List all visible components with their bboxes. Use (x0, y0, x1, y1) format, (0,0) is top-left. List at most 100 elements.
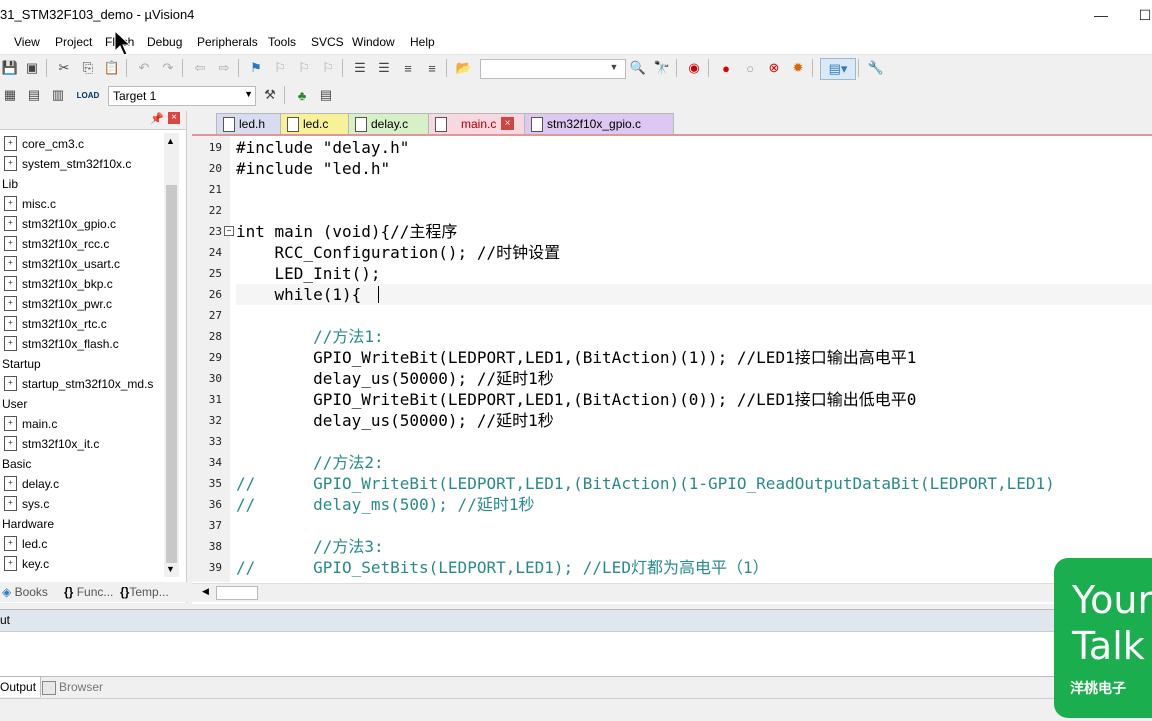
scrollbar-thumb[interactable] (216, 586, 258, 600)
tab-led-h[interactable]: led.h (216, 113, 290, 134)
find-combo[interactable] (480, 59, 626, 79)
uncomment-icon[interactable]: ≡ (422, 58, 442, 78)
target-options-icon[interactable]: ⚒ (260, 85, 280, 105)
tab-stm32f10x-gpio-c[interactable]: stm32f10x_gpio.c (524, 113, 674, 134)
copy-icon[interactable]: ⎘ (78, 58, 98, 78)
indent-icon[interactable]: ☰ (350, 58, 370, 78)
tree-group[interactable]: Hardware (0, 514, 54, 534)
menu-debug[interactable]: Debug (147, 35, 182, 49)
code-line[interactable]: RCC_Configuration(); //时钟设置 (236, 242, 561, 263)
tree-file[interactable]: + led.c (0, 534, 47, 554)
bookmark-prev-icon[interactable]: ⚐ (270, 58, 290, 78)
tab-functions[interactable]: {} Func... (64, 585, 113, 599)
bookmark-icon[interactable]: ⚑ (246, 58, 266, 78)
undo-icon[interactable]: ↶ (134, 58, 154, 78)
incremental-find-icon[interactable]: 🔭 (652, 58, 672, 78)
breakpoint-disable-icon[interactable]: ○ (740, 58, 760, 78)
scroll-up-icon[interactable]: ▲ (166, 136, 175, 146)
code-line[interactable]: // GPIO_WriteBit(LEDPORT,LED1,(BitAction… (236, 473, 1055, 494)
breakpoint-icon[interactable]: ● (716, 58, 736, 78)
breakpoint-kill-all-icon[interactable]: ✹ (788, 58, 808, 78)
rebuild-icon[interactable]: ▥ (48, 85, 68, 105)
tree-group[interactable]: Startup (0, 354, 41, 374)
pin-icon[interactable]: 📌 (150, 112, 164, 125)
cut-icon[interactable]: ✂ (54, 58, 74, 78)
breakpoint-disable-all-icon[interactable]: ⊗ (764, 58, 784, 78)
tree-group[interactable]: User (0, 394, 27, 414)
menu-view[interactable]: View (14, 35, 40, 49)
target-select[interactable]: Target 1 ▼ (108, 86, 256, 106)
nav-forward-icon[interactable]: ⇨ (214, 58, 234, 78)
tree-file[interactable]: + core_cm3.c (0, 134, 84, 154)
translate-icon[interactable]: ▦ (0, 85, 20, 105)
menu-tools[interactable]: Tools (268, 35, 296, 49)
tree-file[interactable]: + stm32f10x_usart.c (0, 254, 120, 274)
scroll-left-icon[interactable]: ◀ (202, 586, 209, 597)
tree-file[interactable]: + stm32f10x_flash.c (0, 334, 119, 354)
find-icon[interactable]: 🔍 (628, 58, 648, 78)
code-line[interactable]: LED_Init(); (236, 263, 381, 284)
load-icon[interactable]: LOAD (77, 85, 100, 105)
tree-scrollbar-thumb[interactable] (166, 185, 177, 563)
menu-svcs[interactable]: SVCS (311, 35, 344, 49)
tree-file[interactable]: + main.c (0, 414, 57, 434)
tree-file[interactable]: + delay.c (0, 474, 59, 494)
comment-icon[interactable]: ≡ (398, 58, 418, 78)
menu-help[interactable]: Help (410, 35, 435, 49)
tree-file[interactable]: + stm32f10x_pwr.c (0, 294, 112, 314)
bookmark-clear-icon[interactable]: ⚐ (318, 58, 338, 78)
tab-templates[interactable]: {}Temp... (120, 585, 169, 599)
unindent-icon[interactable]: ☰ (374, 58, 394, 78)
code-line[interactable]: #include "delay.h" (236, 137, 409, 158)
tree-group[interactable]: Basic (0, 454, 31, 474)
tree-file[interactable]: + key.c (0, 554, 49, 574)
code-line[interactable]: delay_us(50000); //延时1秒 (236, 410, 554, 431)
code-line[interactable]: // GPIO_SetBits(LEDPORT,LED1); //LED灯都为高… (236, 557, 769, 578)
chevron-down-icon[interactable]: ▼ (606, 59, 622, 75)
code-line[interactable]: while(1){ (236, 284, 362, 305)
code-line[interactable]: //方法3: (236, 536, 384, 557)
find-in-files-icon[interactable]: 📂 (454, 58, 474, 78)
code-line[interactable]: delay_us(50000); //延时1秒 (236, 368, 554, 389)
editor-horizontal-scrollbar[interactable]: ◀ (192, 583, 1152, 602)
menu-peripherals[interactable]: Peripherals (197, 35, 258, 49)
nav-back-icon[interactable]: ⇦ (190, 58, 210, 78)
tree-file[interactable]: + misc.c (0, 194, 56, 214)
tab-browser[interactable]: Browser (59, 680, 103, 694)
window-layout-icon[interactable]: ▤▾ (820, 58, 856, 80)
fold-collapse-icon[interactable]: − (224, 226, 234, 236)
tree-file[interactable]: + stm32f10x_rcc.c (0, 234, 109, 254)
paste-icon[interactable]: 📋 (102, 58, 122, 78)
tree-file[interactable]: + sys.c (0, 494, 49, 514)
configure-icon[interactable]: 🔧 (866, 58, 886, 78)
code-line[interactable]: // delay_ms(500); //延时1秒 (236, 494, 534, 515)
close-icon[interactable]: × (501, 117, 514, 130)
save-icon[interactable]: 💾 (0, 58, 20, 78)
maximize-button[interactable]: ☐ (1130, 4, 1152, 26)
minimize-button[interactable]: — (1086, 4, 1116, 26)
manage-packs-icon[interactable]: ▤ (316, 85, 336, 105)
manage-components-icon[interactable]: ♣ (292, 85, 312, 105)
build-icon[interactable]: ▤ (24, 85, 44, 105)
redo-icon[interactable]: ↷ (158, 58, 178, 78)
menu-window[interactable]: Window (352, 35, 395, 49)
tree-file[interactable]: + stm32f10x_gpio.c (0, 214, 116, 234)
tab-build-output[interactable]: Output (0, 677, 42, 697)
code-line[interactable]: int main (void){//主程序 (236, 221, 457, 242)
tree-file[interactable]: + stm32f10x_bkp.c (0, 274, 113, 294)
menu-project[interactable]: Project (55, 35, 92, 49)
tab-books[interactable]: ◈ Books (2, 585, 48, 599)
close-icon[interactable]: × (168, 112, 180, 124)
debug-session-icon[interactable]: ◉ (684, 58, 704, 78)
tree-file[interactable]: + system_stm32f10x.c (0, 154, 131, 174)
code-line[interactable]: //方法1: (236, 326, 384, 347)
bookmark-next-icon[interactable]: ⚐ (294, 58, 314, 78)
scroll-down-icon[interactable]: ▼ (166, 564, 175, 574)
code-line[interactable]: GPIO_WriteBit(LEDPORT,LED1,(BitAction)(1… (236, 347, 916, 368)
code-line[interactable]: GPIO_WriteBit(LEDPORT,LED1,(BitAction)(0… (236, 389, 916, 410)
output-window[interactable] (0, 631, 1152, 677)
code-line[interactable]: #include "led.h" (236, 158, 390, 179)
save-all-icon[interactable]: ▣ (22, 58, 42, 78)
code-line[interactable]: //方法2: (236, 452, 384, 473)
tree-file[interactable]: + stm32f10x_rtc.c (0, 314, 107, 334)
